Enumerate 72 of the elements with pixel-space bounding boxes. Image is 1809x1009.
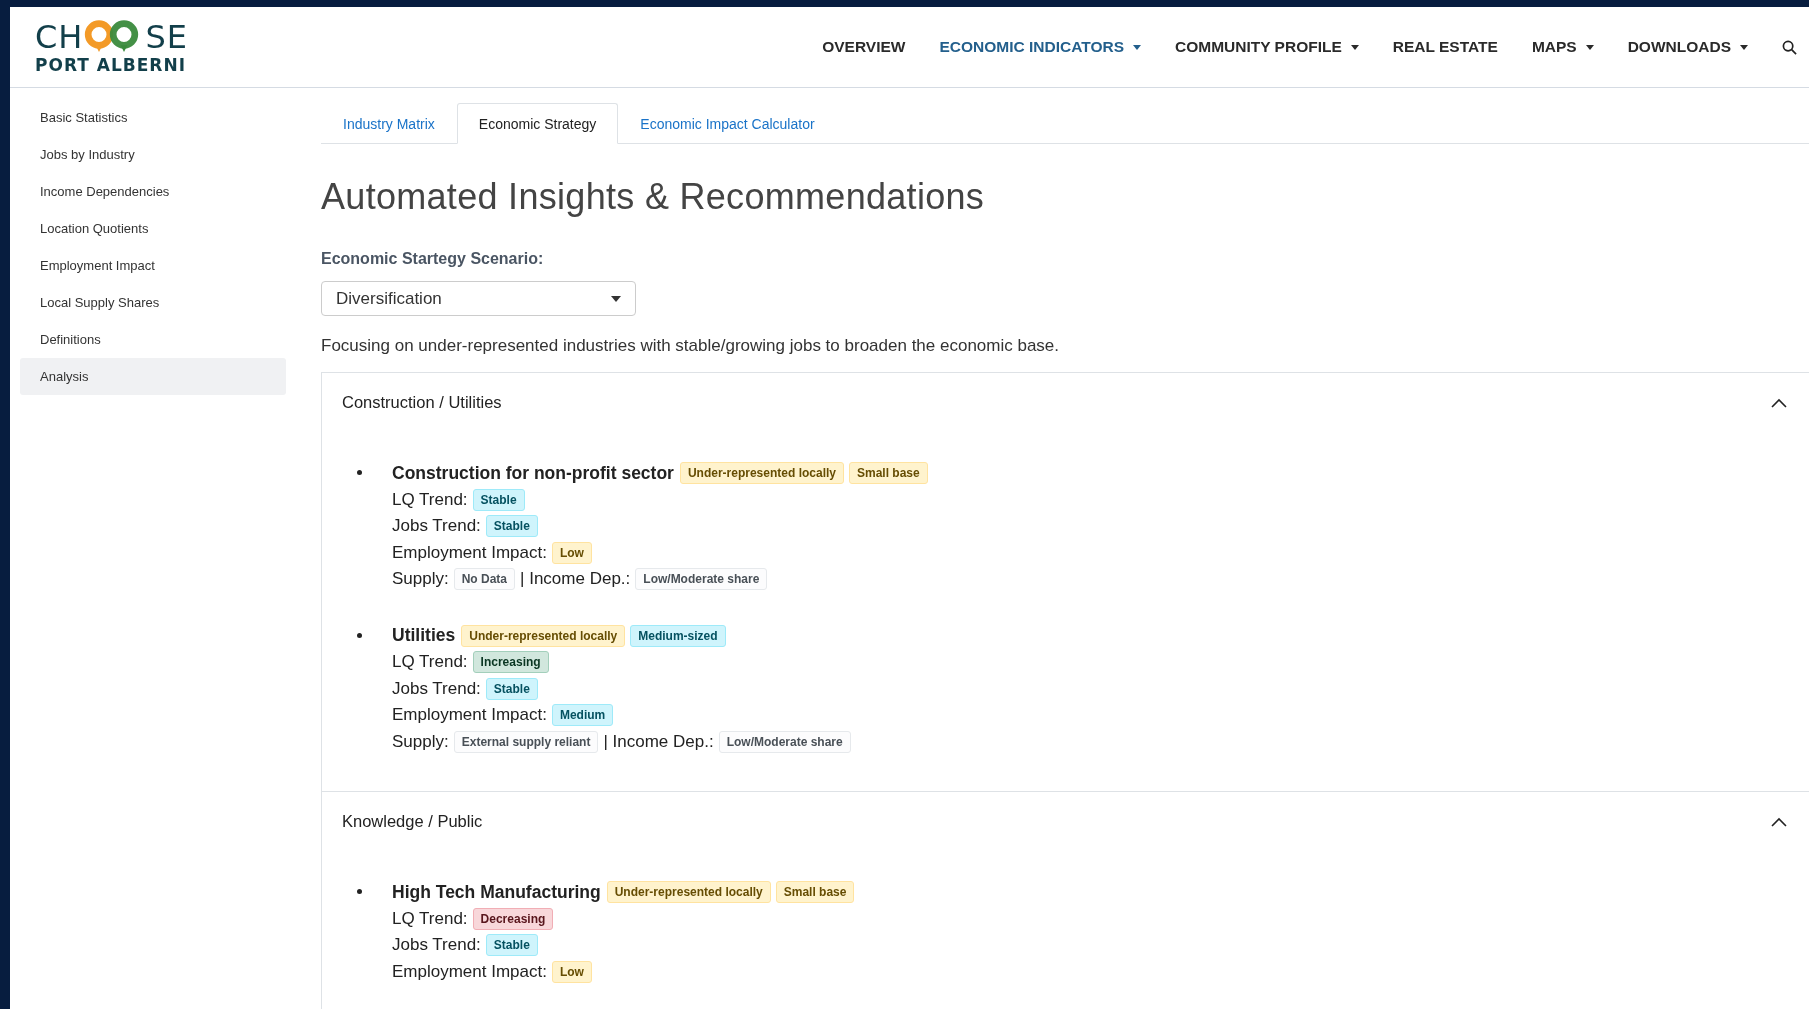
field-label: Jobs Trend: [392,678,481,699]
field-label: | Income Dep.: [603,731,714,752]
logo-wordmark[interactable]: CH [35,19,84,54]
field-label: Jobs Trend: [392,935,481,956]
status-badge: Stable [485,677,538,700]
status-badge: Increasing [472,651,549,674]
field-label: Jobs Trend: [392,516,481,537]
bullet-icon [357,632,362,638]
sidebar-item[interactable]: Employment Impact [20,247,286,284]
nav-link[interactable]: MAPS [1531,38,1594,56]
status-badge: Medium [551,704,614,727]
status-badge: Stable [485,934,538,957]
industry-name: High Tech Manufacturing [392,881,601,903]
field-label: | Income Dep.: [520,569,631,590]
sidebar-item[interactable]: Analysis [20,358,286,395]
scenario-select[interactable]: Diversification [321,281,636,316]
logo-wordmark[interactable]: SE [145,19,188,54]
sidebar-item[interactable]: Jobs by Industry [20,136,286,173]
sidebar-item[interactable]: Location Quotients [20,210,286,247]
industry-name: Construction for non-profit sector [392,462,674,484]
tag: Small base [849,462,928,485]
industry-name: Utilities [392,625,456,647]
chevron-icon [1771,816,1787,827]
accordion-header[interactable]: Construction / Utilities [322,373,1809,432]
tag: Under-represented locally [606,881,771,904]
tab[interactable]: Economic Strategy [456,103,619,144]
field-label: Economic Startegy Scenario: [321,250,545,268]
field-label: LQ Trend: [392,908,468,929]
sidebar-item[interactable]: Basic Statistics [20,99,286,136]
nav-link[interactable]: DOWNLOADS [1627,38,1748,56]
field-label: Employment Impact: [392,542,547,563]
caret-icon [1740,44,1748,50]
nav-link[interactable]: OVERVIEW [822,38,906,56]
search-icon[interactable] [1782,39,1797,55]
chevron-icon [1771,397,1787,408]
status-badge: Stable [485,515,538,538]
tab[interactable]: Economic Impact Calculator [618,103,837,144]
logo-subtitle[interactable]: PORT ALBERNI [35,54,186,75]
status-badge: Stable [472,488,525,511]
sidebar-item[interactable]: Definitions [20,321,286,358]
tag: Under-represented locally [461,624,626,647]
caret-icon [1133,44,1141,50]
status-badge: Low/Moderate share [718,730,851,753]
bullet-icon [357,470,362,475]
sidebar-item[interactable]: Local Supply Shares [20,284,286,321]
nav-link[interactable]: ECONOMIC INDICATORS [939,38,1141,56]
status-badge: No Data [453,568,516,591]
scenario-description: Focusing on under-represented industries with stable/growing jobs to broaden the economic base. [321,336,1061,356]
status-badge: External supply reliant [453,730,599,753]
field-label: Employment Impact: [392,705,547,726]
status-badge: Decreasing [472,907,554,930]
caret-icon [1350,44,1359,50]
status-badge: Low [551,960,592,983]
caret-icon [1585,44,1594,50]
status-badge: Low/Moderate share [635,568,768,591]
nav-link[interactable]: REAL ESTATE [1392,38,1498,56]
field-label: Employment Impact: [392,961,547,982]
tag: Under-represented locally [679,462,844,485]
field-label: LQ Trend: [392,489,468,510]
nav-link[interactable]: COMMUNITY PROFILE [1175,38,1359,56]
field-label: LQ Trend: [392,652,468,673]
sidebar-item[interactable]: Income Dependencies [20,173,286,210]
status-badge: Low [551,541,592,564]
page-heading: Automated Insights & Recommendations [321,176,986,218]
tag: Medium-sized [630,624,726,647]
field-label: Supply: [392,731,449,752]
field-label: Supply: [392,569,449,590]
tab[interactable]: Industry Matrix [321,103,457,144]
bullet-icon [357,889,362,894]
caret-icon [611,295,621,302]
accordion-header[interactable]: Knowledge / Public [322,792,1809,851]
tag: Small base [775,881,855,904]
